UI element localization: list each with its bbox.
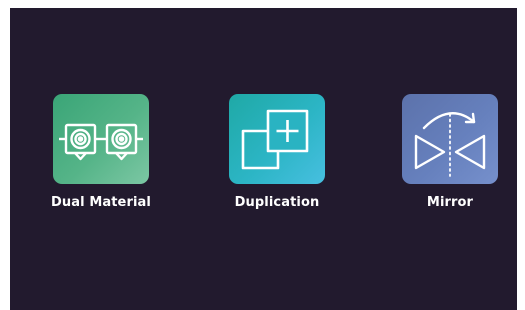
mirror-label: Mirror — [426, 195, 474, 210]
print-mode-screen: Dual Material Duplication Mirror — [10, 8, 517, 310]
duplication-button[interactable]: Duplication — [202, 94, 352, 234]
duplication-tile[interactable] — [229, 94, 325, 184]
duplication-label: Duplication — [234, 195, 320, 210]
dual-material-label: Dual Material — [51, 195, 151, 210]
mirror-button[interactable]: Mirror — [375, 94, 525, 234]
mirror-tile[interactable] — [402, 94, 498, 184]
dual-material-tile[interactable] — [53, 94, 149, 184]
dual-extruder-icon — [59, 123, 143, 161]
dual-material-button[interactable]: Dual Material — [26, 94, 176, 234]
mirror-flip-icon — [414, 112, 486, 177]
duplicate-plus-icon — [241, 109, 309, 170]
